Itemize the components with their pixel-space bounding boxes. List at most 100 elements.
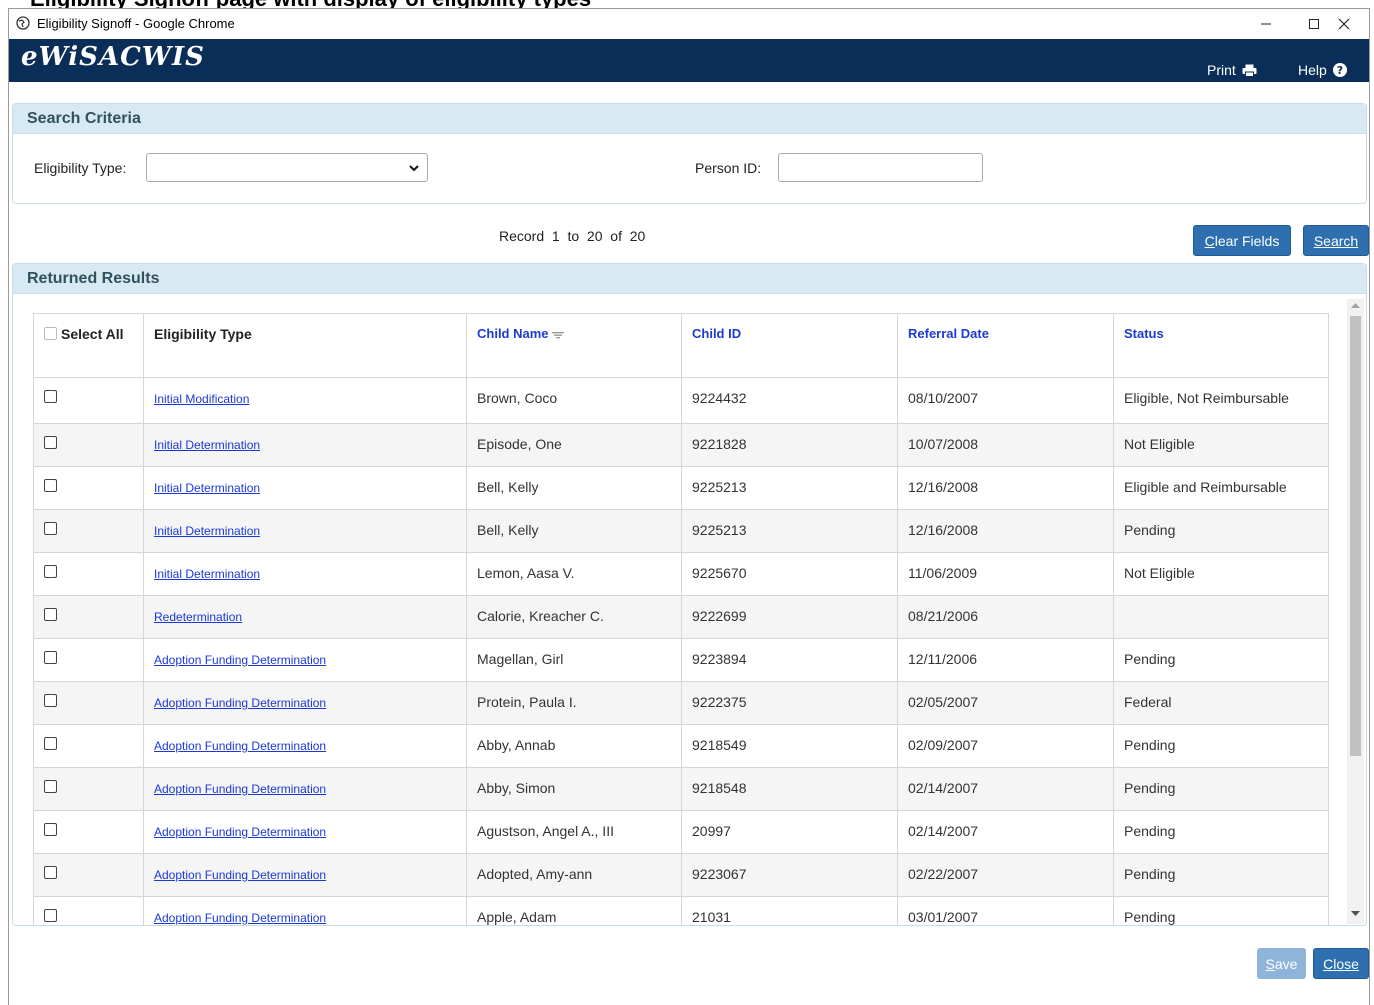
status-cell: Eligible, Not Reimbursable: [1113, 377, 1329, 424]
eligibility-type-link[interactable]: Adoption Funding Determination: [154, 911, 326, 925]
row-checkbox[interactable]: [44, 522, 57, 535]
help-link[interactable]: Help ?: [1298, 62, 1347, 78]
referral-date-cell: 11/06/2009: [897, 552, 1114, 596]
row-checkbox[interactable]: [44, 780, 57, 793]
status-cell: Pending: [1113, 853, 1329, 897]
row-checkbox[interactable]: [44, 694, 57, 707]
row-select-cell: [33, 853, 144, 897]
row-select-cell: [33, 638, 144, 682]
eligibility-type-link[interactable]: Initial Determination: [154, 438, 260, 452]
close-button[interactable]: Close: [1313, 948, 1369, 979]
eligibility-type-link[interactable]: Adoption Funding Determination: [154, 739, 326, 753]
clear-fields-button[interactable]: Clear Fields: [1193, 225, 1291, 256]
results-scrollbar[interactable]: [1347, 299, 1364, 924]
eligibility-type-link[interactable]: Initial Modification: [154, 392, 249, 406]
row-checkbox[interactable]: [44, 479, 57, 492]
table-row: Initial Modification Brown, Coco 9224432 08…: [33, 377, 1329, 424]
select-all-checkbox[interactable]: [44, 327, 57, 340]
referral-date-cell: 02/09/2007: [897, 724, 1114, 768]
row-select-cell: [33, 681, 144, 725]
row-checkbox[interactable]: [44, 565, 57, 578]
search-criteria-panel: Search Criteria Eligibility Type: Person…: [12, 103, 1367, 204]
table-row: Adoption Funding Determination Abby, Anna…: [33, 724, 1329, 768]
child-name-cell: Apple, Adam: [466, 896, 682, 925]
print-link[interactable]: Print: [1207, 62, 1257, 78]
scroll-thumb[interactable]: [1350, 316, 1361, 756]
referral-date-cell: 02/14/2007: [897, 810, 1114, 854]
eligibility-type-cell: Initial Determination: [143, 466, 467, 510]
clear-fields-hotkey: C: [1204, 232, 1215, 249]
child-name-cell: Abby, Annab: [466, 724, 682, 768]
search-criteria-heading: Search Criteria: [13, 104, 1366, 134]
print-label: Print: [1207, 62, 1236, 78]
chevron-down-icon: [409, 165, 419, 172]
row-select-cell: [33, 377, 144, 424]
child-id-cell: 9223067: [681, 853, 898, 897]
results-table: Select All Eligibility Type Child Name C…: [33, 313, 1329, 925]
referral-date-cell: 02/05/2007: [897, 681, 1114, 725]
row-select-cell: [33, 466, 144, 510]
referral-date-cell: 02/14/2007: [897, 767, 1114, 811]
returned-results-heading: Returned Results: [13, 264, 1366, 294]
status-header[interactable]: Status: [1113, 313, 1329, 378]
select-all-header[interactable]: Select All: [33, 313, 144, 378]
eligibility-type-select[interactable]: [146, 153, 428, 182]
search-hotkey: S: [1313, 232, 1324, 249]
row-select-cell: [33, 810, 144, 854]
scroll-up-icon[interactable]: [1351, 302, 1360, 308]
child-id-header[interactable]: Child ID: [681, 313, 898, 378]
status-cell: Pending: [1113, 810, 1329, 854]
eligibility-type-link[interactable]: Redetermination: [154, 610, 242, 624]
search-button[interactable]: Search: [1303, 225, 1369, 256]
eligibility-type-cell: Redetermination: [143, 595, 467, 639]
eligibility-type-link[interactable]: Initial Determination: [154, 524, 260, 538]
row-checkbox[interactable]: [44, 823, 57, 836]
person-id-input[interactable]: [778, 153, 983, 182]
child-id-cell: 9224432: [681, 377, 898, 424]
child-name-cell: Agustson, Angel A., III: [466, 810, 682, 854]
minimize-button[interactable]: [1243, 11, 1289, 37]
eligibility-type-link[interactable]: Adoption Funding Determination: [154, 653, 326, 667]
child-name-cell: Brown, Coco: [466, 377, 682, 424]
scroll-down-icon[interactable]: [1351, 911, 1360, 917]
referral-date-cell: 08/10/2007: [897, 377, 1114, 424]
child-name-header-label: Child Name: [477, 326, 549, 341]
row-select-cell: [33, 724, 144, 768]
row-checkbox[interactable]: [44, 436, 57, 449]
row-checkbox[interactable]: [44, 608, 57, 621]
status-cell: Pending: [1113, 724, 1329, 768]
child-name-cell: Adopted, Amy-ann: [466, 853, 682, 897]
app-header: eWiSACWIS Print Help ?: [9, 39, 1369, 82]
child-name-header[interactable]: Child Name: [466, 313, 682, 378]
results-table-wrapper: Select All Eligibility Type Child Name C…: [33, 313, 1329, 925]
child-name-cell: Magellan, Girl: [466, 638, 682, 682]
eligibility-type-cell: Adoption Funding Determination: [143, 767, 467, 811]
child-id-cell: 9221828: [681, 423, 898, 467]
eligibility-type-cell: Adoption Funding Determination: [143, 681, 467, 725]
row-checkbox[interactable]: [44, 390, 57, 403]
status-cell: Pending: [1113, 509, 1329, 553]
row-checkbox[interactable]: [44, 737, 57, 750]
row-checkbox[interactable]: [44, 866, 57, 879]
child-name-cell: Bell, Kelly: [466, 509, 682, 553]
eligibility-type-link[interactable]: Initial Determination: [154, 567, 260, 581]
close-window-button[interactable]: [1321, 11, 1367, 37]
row-select-cell: [33, 595, 144, 639]
referral-date-header[interactable]: Referral Date: [897, 313, 1114, 378]
eligibility-type-link[interactable]: Adoption Funding Determination: [154, 782, 326, 796]
child-id-cell: 9225213: [681, 509, 898, 553]
row-checkbox[interactable]: [44, 909, 57, 922]
status-cell: Eligible and Reimbursable: [1113, 466, 1329, 510]
table-row: Adoption Funding Determination Apple, Ada…: [33, 896, 1329, 925]
eligibility-type-link[interactable]: Adoption Funding Determination: [154, 868, 326, 882]
status-cell: Federal: [1113, 681, 1329, 725]
eligibility-type-link[interactable]: Initial Determination: [154, 481, 260, 495]
save-hotkey: S: [1265, 955, 1275, 972]
eligibility-type-link[interactable]: Adoption Funding Determination: [154, 696, 326, 710]
referral-date-cell: 02/22/2007: [897, 853, 1114, 897]
save-button[interactable]: Save: [1257, 948, 1306, 979]
referral-date-cell: 10/07/2008: [897, 423, 1114, 467]
eligibility-type-link[interactable]: Adoption Funding Determination: [154, 825, 326, 839]
table-row: Adoption Funding Determination Agustson, …: [33, 810, 1329, 854]
row-checkbox[interactable]: [44, 651, 57, 664]
